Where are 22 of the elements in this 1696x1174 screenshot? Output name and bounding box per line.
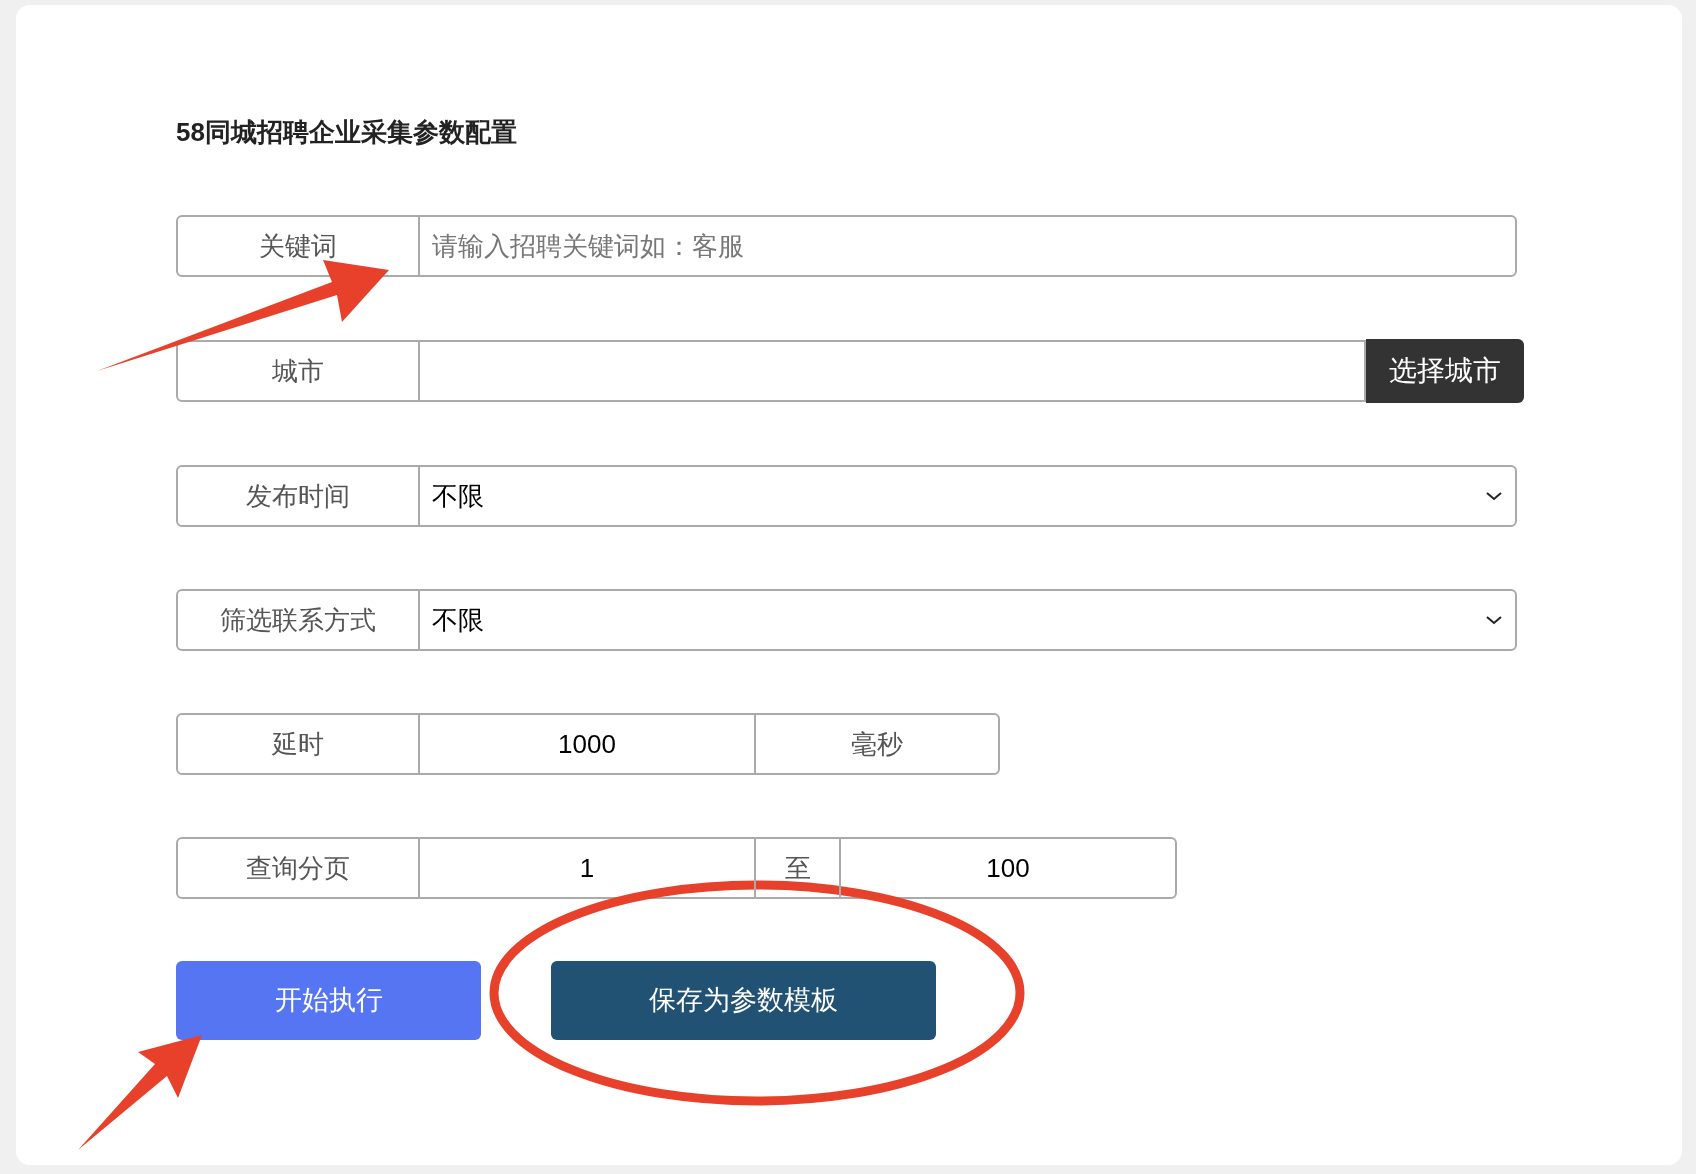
city-input[interactable] <box>418 340 1366 402</box>
save-template-button[interactable]: 保存为参数模板 <box>551 961 936 1040</box>
field-label: 延时 <box>176 713 420 775</box>
keyword-input[interactable]: 请输入招聘关键词如：客服 <box>418 215 1517 277</box>
dropdown-value: 不限 <box>432 603 484 637</box>
field-label: 城市 <box>176 340 420 402</box>
field-label: 筛选联系方式 <box>176 589 420 651</box>
chevron-down-icon <box>1485 490 1503 502</box>
range-to-label: 至 <box>754 837 841 899</box>
delay-input[interactable]: 1000 <box>418 713 756 775</box>
start-button[interactable]: 开始执行 <box>176 961 481 1040</box>
chevron-down-icon <box>1485 614 1503 626</box>
page-from-input[interactable]: 1 <box>418 837 756 899</box>
page-to-input[interactable]: 100 <box>839 837 1177 899</box>
form-title: 58同城招聘企业采集参数配置 <box>176 116 517 149</box>
select-city-button[interactable]: 选择城市 <box>1366 339 1524 403</box>
dropdown-field[interactable]: 不限 <box>418 589 1517 651</box>
field-label: 发布时间 <box>176 465 420 527</box>
dropdown-value: 不限 <box>432 479 484 513</box>
field-label: 查询分页 <box>176 837 420 899</box>
dropdown-field[interactable]: 不限 <box>418 465 1517 527</box>
unit-label: 毫秒 <box>754 713 1000 775</box>
